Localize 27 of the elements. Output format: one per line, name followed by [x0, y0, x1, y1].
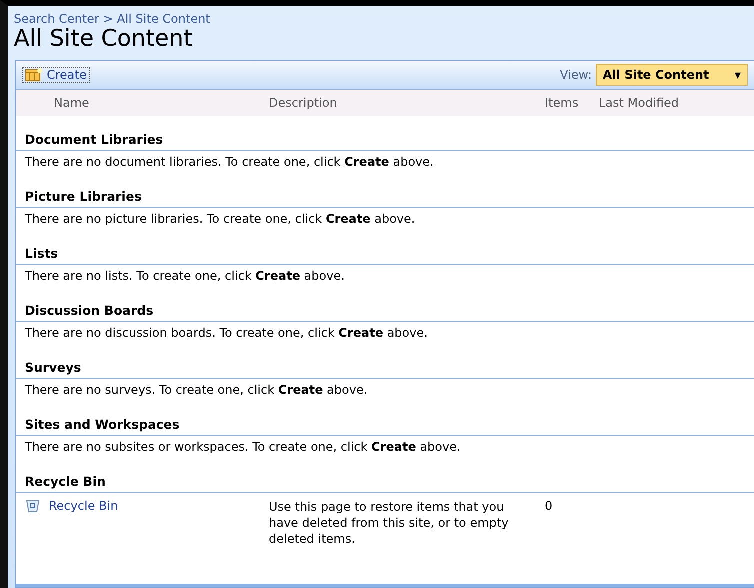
empty-message: There are no discussion boards. To create one, click Create above. [24, 325, 429, 342]
section-heading: Discussion Boards [16, 287, 754, 322]
view-label: View: [560, 68, 592, 82]
empty-message: There are no document libraries. To create one, click Create above. [24, 154, 435, 171]
column-header[interactable]: Description [269, 96, 545, 110]
empty-message: There are no lists. To create one, click Create above. [24, 268, 346, 285]
table-icon [25, 68, 43, 82]
section-heading: Surveys [16, 344, 754, 379]
section-heading: Lists [16, 230, 754, 265]
empty-message: There are no subsites or workspaces. To create one, click Create above. [24, 439, 462, 456]
column-header[interactable]: Items [545, 96, 599, 110]
description: Use this page to restore items that you have deleted from this site, or to empty deleted items. [269, 499, 509, 547]
column-header[interactable]: Last Modified [599, 96, 754, 110]
create-button[interactable]: Create [22, 67, 90, 83]
empty-message: There are no surveys. To create one, click Create above. [24, 382, 369, 399]
bin-icon [26, 499, 40, 513]
recycle-bin-link[interactable]: Recycle Bin [49, 499, 118, 513]
section-heading: Sites and Workspaces [16, 401, 754, 436]
column-header[interactable]: Name [16, 96, 269, 110]
empty-message: There are no picture libraries. To create one, click Create above. [24, 211, 416, 228]
section-heading: Picture Libraries [16, 173, 754, 208]
section-heading: Recycle Bin [16, 458, 754, 493]
breadcrumb[interactable]: Search Center > All Site Content [8, 6, 754, 26]
page-title: All Site Content [13, 26, 194, 54]
section-heading: Document Libraries [16, 116, 754, 151]
view-dropdown[interactable]: All Site Content ▼ [596, 64, 748, 86]
item-count: 0 [545, 499, 554, 513]
